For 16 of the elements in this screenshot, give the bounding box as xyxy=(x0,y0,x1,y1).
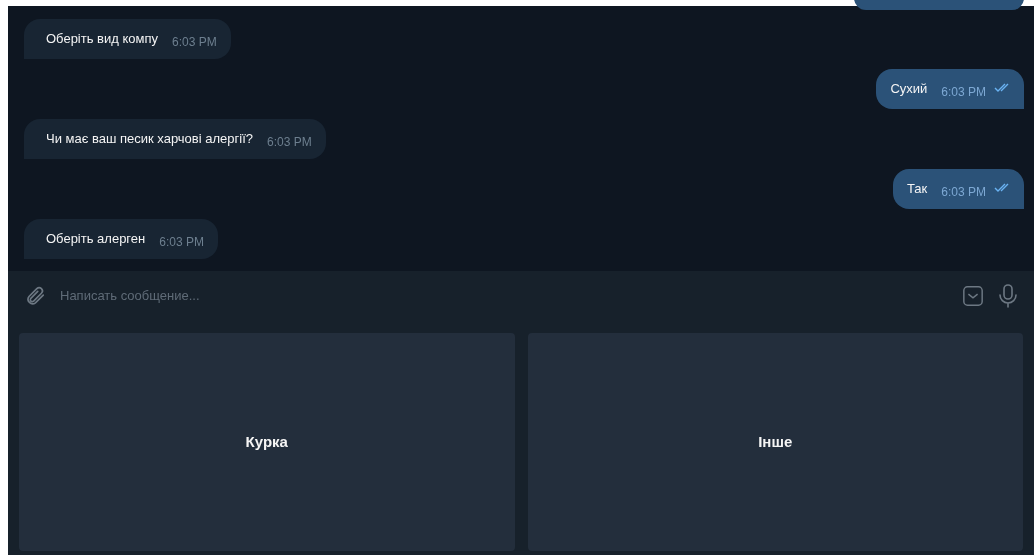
message-input[interactable]: Написать сообщение... xyxy=(60,286,948,306)
message-time: 6:03 PM xyxy=(941,184,986,201)
reply-keyboard-button[interactable]: Інше xyxy=(527,333,1023,551)
reply-keyboard-button[interactable]: Курка xyxy=(19,333,515,551)
message-text: Оберіть вид компу xyxy=(46,30,158,49)
message-text: Сухий xyxy=(890,80,928,99)
message-time: 6:03 PM xyxy=(172,34,217,51)
message-text: Так xyxy=(907,180,928,199)
message-time: 6:03 PM xyxy=(941,84,986,101)
paperclip-icon[interactable] xyxy=(24,285,46,307)
message-text: Оберіть алерген xyxy=(46,230,146,249)
keyboard-toggle-icon[interactable] xyxy=(962,285,984,307)
message-time: 6:03 PM xyxy=(267,134,312,151)
message-text: Чи має ваш песик харчові алергії? xyxy=(46,130,253,149)
microphone-icon[interactable] xyxy=(998,283,1018,309)
message-time: 6:03 PM xyxy=(159,234,204,251)
